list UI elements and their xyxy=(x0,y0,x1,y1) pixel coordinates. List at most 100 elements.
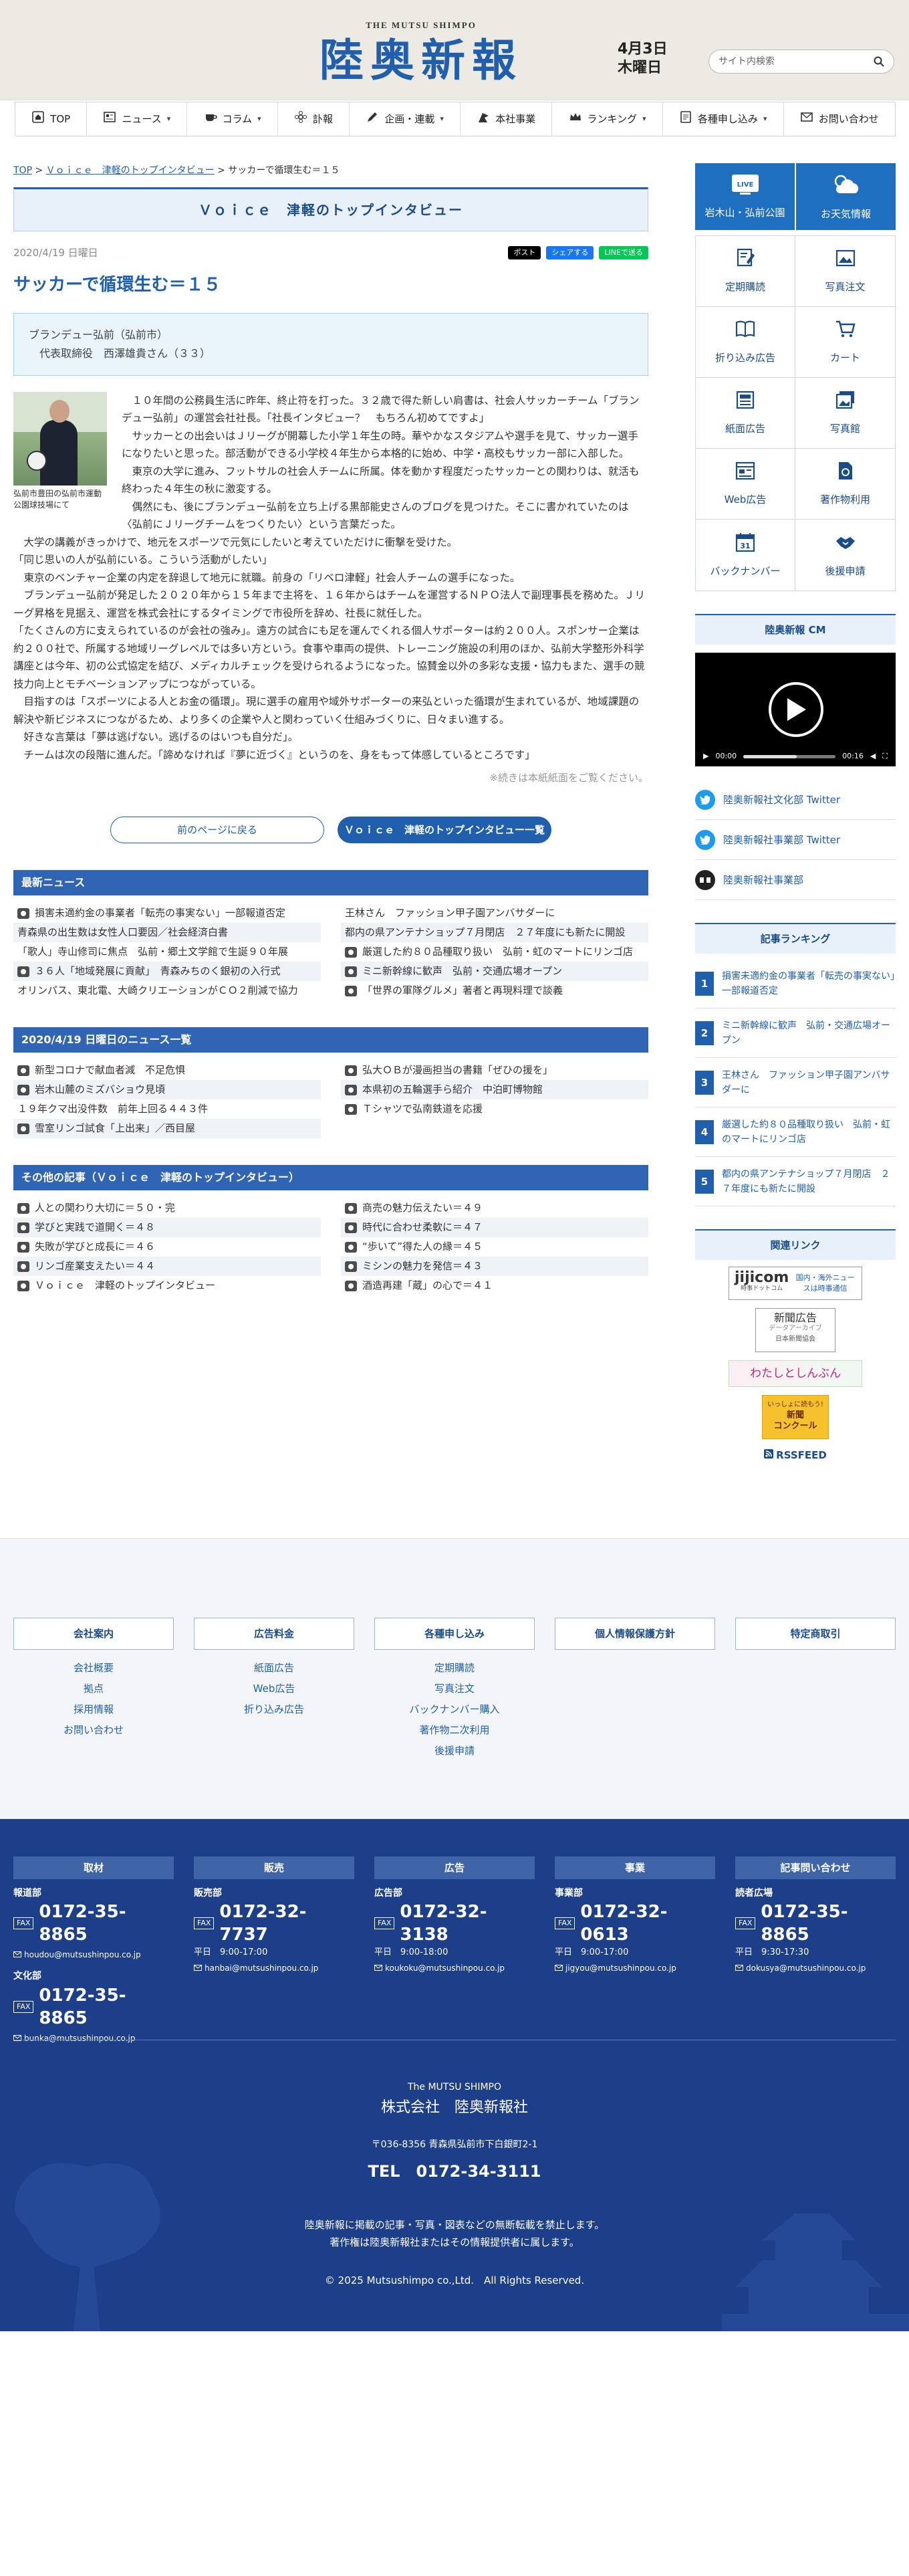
ranking-item[interactable]: 1 損害未適約金の事業者「転売の事実ない」一部報道否定 xyxy=(695,959,896,1008)
news-link[interactable]: 酒造再建「蔵」の心で＝４１ xyxy=(341,1276,648,1295)
news-link[interactable]: リンゴ産業支えたい＝４４ xyxy=(13,1256,321,1276)
ranking-item[interactable]: 5 都内の県アンテナショップ７月閉店 ２７年度にも新たに開設 xyxy=(695,1157,896,1206)
footer-link[interactable]: 定期購読 xyxy=(374,1658,535,1679)
news-link[interactable]: 人との関わり大切に＝５０・完 xyxy=(13,1198,321,1218)
news-link[interactable]: 新型コロナで献血者減 不足危惧 xyxy=(13,1061,321,1080)
sns-link[interactable]: 陸奥新報社文化部 Twitter xyxy=(695,780,896,820)
news-link[interactable]: 学びと実践で道開く＝４８ xyxy=(13,1217,321,1237)
category-list-button[interactable]: Ｖｏｉｃｅ 津軽のトップインタビュー一覧 xyxy=(338,816,551,843)
dept-email[interactable]: houdou@mutsushinpou.co.jp xyxy=(13,1950,141,1959)
news-link[interactable]: Ｔシャツで弘南鉄道を応援 xyxy=(341,1099,648,1119)
news-link[interactable]: １９年クマ出没件数 前年上回る４４３件 xyxy=(13,1099,321,1119)
play-small-icon[interactable]: ▶ xyxy=(703,750,708,762)
article-photo[interactable] xyxy=(13,391,107,486)
footer-link[interactable]: お問い合わせ xyxy=(13,1720,174,1741)
tile-newspaper[interactable]: 紙面広告 xyxy=(696,378,795,449)
nav-item-1[interactable]: ニュース ▾ xyxy=(87,102,188,136)
nav-item-3[interactable]: 訃報 xyxy=(278,102,350,136)
dept-email[interactable]: dokusya@mutsushinpou.co.jp xyxy=(735,1963,866,1973)
tile-cart[interactable]: カート xyxy=(795,307,895,378)
news-link[interactable]: 都内の県アンテナショップ７月閉店 ２７年度にも新たに開設 xyxy=(341,922,648,942)
news-link[interactable]: 本県初の五輪選手ら紹介 中泊町博物館 xyxy=(341,1079,648,1099)
back-button[interactable]: 前のページに戻る xyxy=(110,816,324,843)
footer-column-head[interactable]: 各種申し込み xyxy=(374,1618,535,1650)
line-share-button[interactable]: LINEで送る xyxy=(599,246,648,260)
news-link[interactable]: 商売の魅力伝えたい＝４９ xyxy=(341,1198,648,1218)
footer-link[interactable]: 拠点 xyxy=(13,1679,174,1699)
nav-item-0[interactable]: TOP xyxy=(15,102,88,136)
nav-item-7[interactable]: 各種申し込み ▾ xyxy=(663,102,784,136)
news-link[interactable]: ミシンの魅力を発信＝４３ xyxy=(341,1256,648,1276)
news-link[interactable]: 失敗が学びと成長に＝４６ xyxy=(13,1237,321,1257)
tile-copyright[interactable]: 著作物利用 xyxy=(795,449,895,520)
breadcrumb-home[interactable]: TOP xyxy=(13,165,32,176)
search-icon[interactable] xyxy=(871,53,887,70)
site-search-input[interactable] xyxy=(708,49,894,74)
breadcrumb-category[interactable]: Ｖｏｉｃｅ 津軽のトップインタビュー xyxy=(46,165,215,176)
rss-link[interactable]: RSSFEED xyxy=(764,1447,827,1463)
news-link[interactable]: 厳選した約８０品種取り扱い 弘前・虹のマートにリンゴ店 xyxy=(341,942,648,962)
video-progress[interactable] xyxy=(743,754,836,758)
news-link[interactable]: 岩木山麓のミズバショウ見頃 xyxy=(13,1079,321,1099)
weather-tile[interactable]: お天気情報 xyxy=(796,163,896,230)
volume-icon[interactable]: ◀ xyxy=(870,750,876,762)
footer-link[interactable]: 採用情報 xyxy=(13,1699,174,1720)
nav-item-6[interactable]: ランキング ▾ xyxy=(552,102,663,136)
news-link[interactable]: 弘大ＯＢが漫画担当の書籍「ぜひの援を」 xyxy=(341,1061,648,1080)
tile-gallery[interactable]: 写真館 xyxy=(795,378,895,449)
footer-link[interactable]: Web広告 xyxy=(194,1679,354,1699)
footer-link[interactable]: 後援申請 xyxy=(374,1741,535,1761)
news-link[interactable]: オリンパス、東北電、大崎クリエーションがＣＯ２削減で協力 xyxy=(13,981,321,1000)
footer-column-head[interactable]: 広告料金 xyxy=(194,1618,354,1650)
tile-book[interactable]: 折り込み広告 xyxy=(696,307,795,378)
footer-link[interactable]: 紙面広告 xyxy=(194,1658,354,1679)
dept-email[interactable]: koukoku@mutsushinpou.co.jp xyxy=(374,1963,505,1973)
news-link[interactable]: 損害未適約金の事業者「転売の事実ない」一部報道否定 xyxy=(13,903,321,923)
dept-email[interactable]: jigyou@mutsushinpou.co.jp xyxy=(555,1963,676,1973)
footer-column-head[interactable]: 個人情報保護方針 xyxy=(555,1618,715,1650)
news-link[interactable]: ミニ新幹線に歓声 弘前・交通広場オープン xyxy=(341,961,648,981)
live-camera-tile[interactable]: LIVE 岩木山・弘前公園 xyxy=(695,163,795,230)
cm-video-player[interactable]: ▶ 00:00 00:16 ◀ ⛶ xyxy=(695,653,896,766)
ranking-item[interactable]: 4 厳選した約８０品種取り扱い 弘前・虹のマートにリンゴ店 xyxy=(695,1107,896,1157)
dept-email[interactable]: hanbai@mutsushinpou.co.jp xyxy=(194,1963,318,1973)
sns-link[interactable]: 陸奥新報社事業部 xyxy=(695,860,896,900)
site-logo[interactable]: THE MUTSU SHIMPO 陸奥新報 xyxy=(319,19,523,88)
news-link[interactable]: 「世界の軍隊グルメ」著者と再現料理で談義 xyxy=(341,981,648,1000)
footer-link[interactable]: 写真注文 xyxy=(374,1679,535,1699)
news-link[interactable]: 青森県の出生数は女性人口要因／社会経済白書 xyxy=(13,922,321,942)
tile-photo[interactable]: 写真注文 xyxy=(795,236,895,307)
jiji-banner[interactable]: jijicom 時事ドットコム 国内・海外ニュースは時事通信 xyxy=(729,1267,862,1300)
news-link[interactable]: ３６人「地域発展に貢献」 青森みちのく銀初の入行式 xyxy=(13,961,321,981)
tile-handshake[interactable]: 後援申請 xyxy=(795,520,895,591)
x-post-button[interactable]: ポスト xyxy=(508,246,541,260)
nav-item-8[interactable]: お問い合わせ xyxy=(784,102,895,136)
fullscreen-icon[interactable]: ⛶ xyxy=(882,750,888,762)
tile-subscribe[interactable]: 定期購読 xyxy=(696,236,795,307)
footer-link[interactable]: 著作物二次利用 xyxy=(374,1720,535,1741)
nav-item-4[interactable]: 企画・連載 ▾ xyxy=(350,102,461,136)
news-link[interactable]: 雪室リンゴ試食「上出来」／西目屋 xyxy=(13,1118,321,1138)
footer-link[interactable]: 折り込み広告 xyxy=(194,1699,354,1720)
ad-archive-banner[interactable]: 新聞広告 データアーカイブ 日本新聞協会 xyxy=(755,1308,835,1352)
tile-calendar[interactable]: 31 バックナンバー xyxy=(696,520,795,591)
facebook-share-button[interactable]: シェアする xyxy=(546,246,594,260)
news-link[interactable]: 王林さん ファッション甲子園アンバサダーに xyxy=(341,903,648,923)
ranking-item[interactable]: 2 ミニ新幹線に歓声 弘前・交通広場オープン xyxy=(695,1008,896,1058)
nav-item-5[interactable]: 本社事業 xyxy=(461,102,553,136)
news-link[interactable]: Ｖｏｉｃｅ 津軽のトップインタビュー xyxy=(13,1276,321,1295)
footer-link[interactable]: バックナンバー購入 xyxy=(374,1699,535,1720)
play-icon[interactable] xyxy=(769,682,823,737)
tile-web-ad[interactable]: Web広告 xyxy=(696,449,795,520)
footer-column-head[interactable]: 特定商取引 xyxy=(735,1618,896,1650)
footer-column-head[interactable]: 会社案内 xyxy=(13,1618,174,1650)
footer-link[interactable]: 会社概要 xyxy=(13,1658,174,1679)
nav-item-2[interactable]: コラム ▾ xyxy=(187,102,278,136)
sns-link[interactable]: 陸奥新報社事業部 Twitter xyxy=(695,820,896,860)
watashi-banner[interactable]: わたしとしんぶん xyxy=(729,1360,862,1387)
contest-banner[interactable]: いっしょに読もう! 新聞 コンクール xyxy=(762,1395,829,1439)
news-link[interactable]: 「歌人」寺山修司に焦点 弘前・郷土文学館で生誕９０年展 xyxy=(13,942,321,962)
dept-email[interactable]: bunka@mutsushinpou.co.jp xyxy=(13,2034,135,2043)
ranking-item[interactable]: 3 王林さん ファッション甲子園アンバサダーに xyxy=(695,1058,896,1107)
news-link[interactable]: “歩いて”得た人の縁＝４５ xyxy=(341,1237,648,1257)
